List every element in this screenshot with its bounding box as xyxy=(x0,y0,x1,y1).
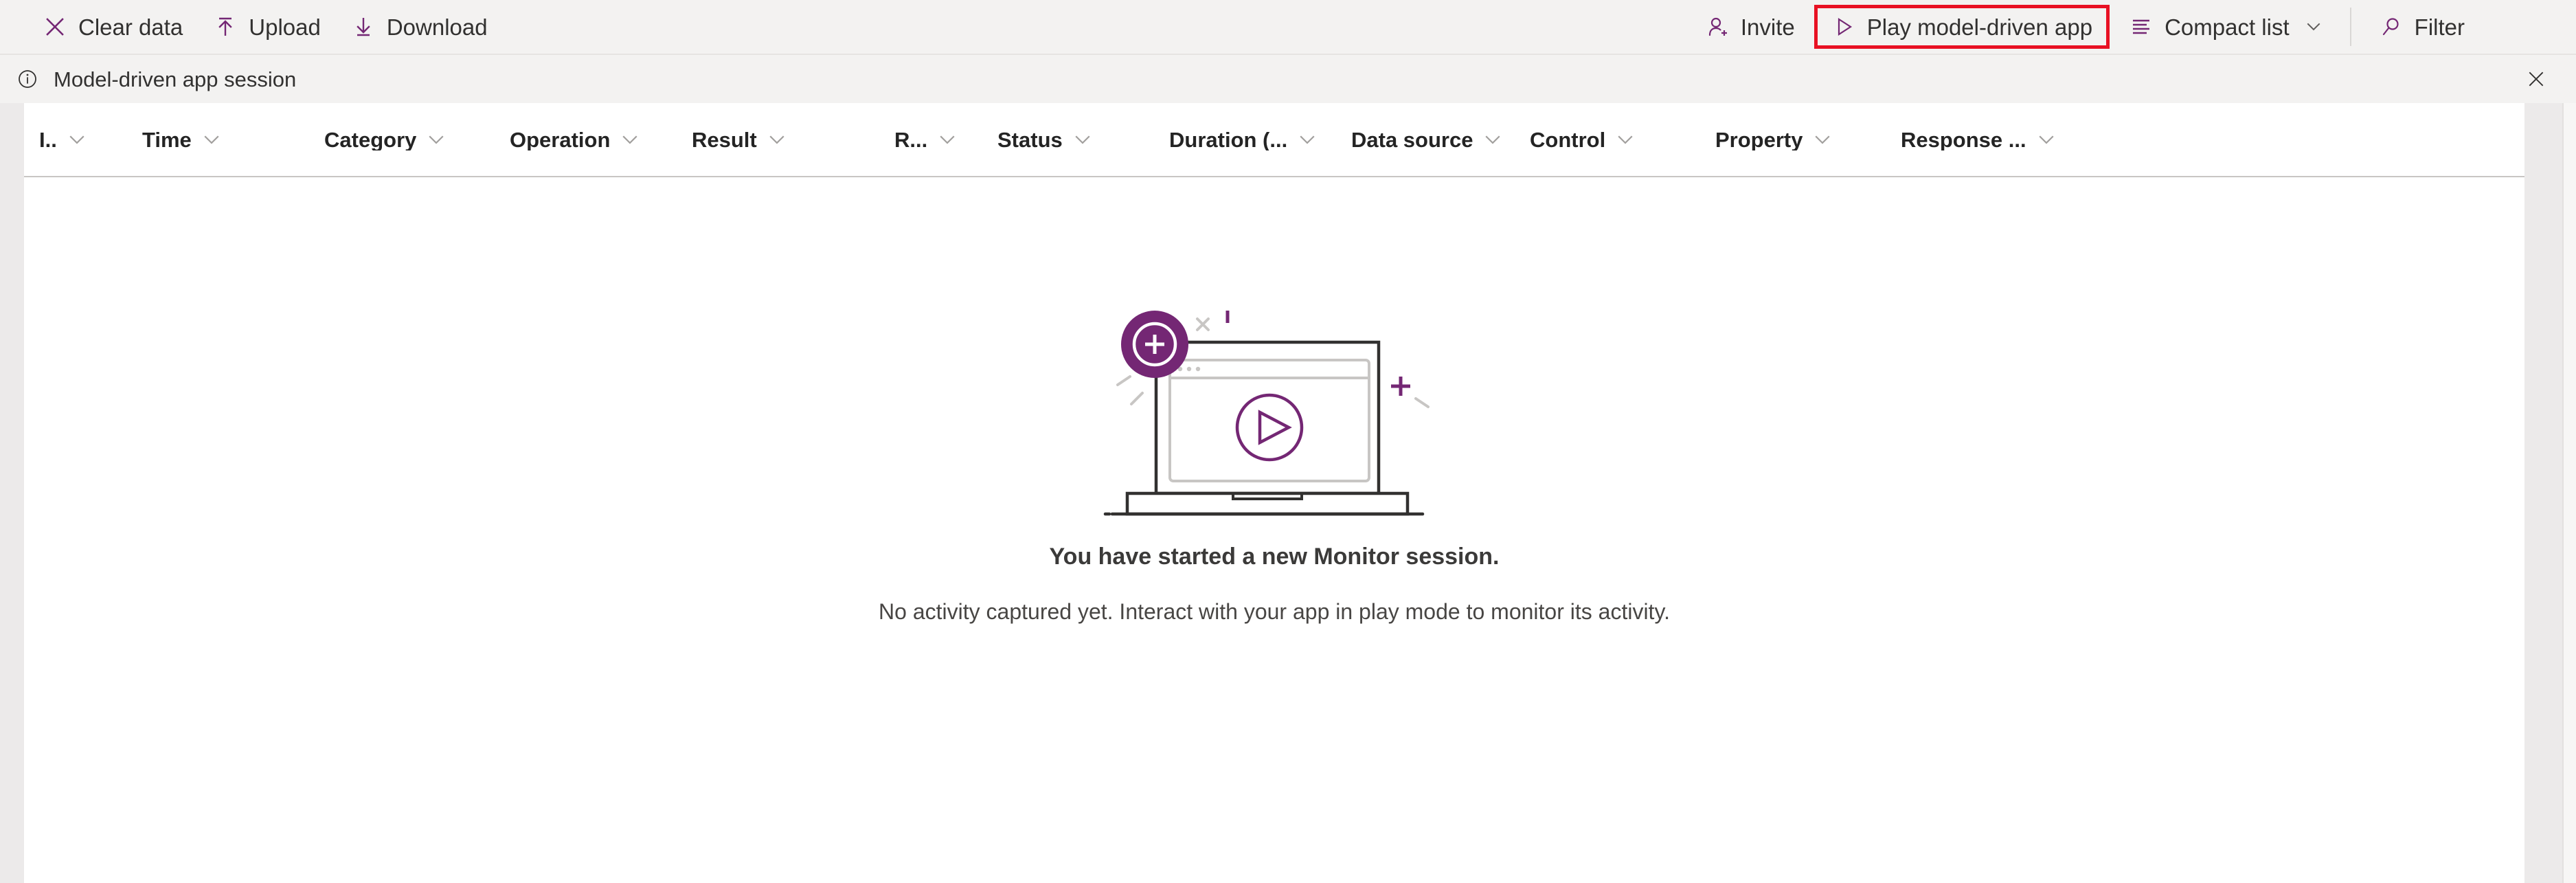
column-header-label: Data source xyxy=(1351,128,1473,150)
grid-body: You have started a new Monitor session. … xyxy=(24,177,2524,883)
column-header-label: Status xyxy=(997,128,1063,150)
column-header-label: Category xyxy=(324,128,417,150)
invite-button[interactable]: Invite xyxy=(1690,7,1810,47)
command-bar-right-group: Invite Play model-driven app Compact lis… xyxy=(1690,5,2576,49)
column-header-response[interactable]: Response ... xyxy=(1901,103,2072,176)
chevron-down-icon xyxy=(2305,18,2323,36)
chevron-down-icon[interactable] xyxy=(1297,129,1318,150)
chevron-down-icon[interactable] xyxy=(767,129,787,150)
vertical-scrollbar[interactable] xyxy=(2562,103,2576,883)
compact-list-label: Compact list xyxy=(2165,14,2290,40)
column-header-label: Result xyxy=(692,128,757,150)
column-header-category[interactable]: Category xyxy=(324,103,510,176)
command-bar: Clear data Upload Download Invite Play m… xyxy=(0,0,2576,54)
column-header-label: Time xyxy=(142,128,192,150)
message-bar-content: Model-driven app session xyxy=(15,67,296,91)
empty-state-title: You have started a new Monitor session. xyxy=(1049,544,1500,570)
grid-column-headers: I.. Time Category Operation Result R... Status… xyxy=(24,103,2524,177)
laptop-play-illustration xyxy=(1103,295,1446,522)
filter-label: Filter xyxy=(2414,14,2465,40)
column-header-label: Response ... xyxy=(1901,128,2026,150)
play-model-driven-app-label: Play model-driven app xyxy=(1866,14,2093,40)
chevron-down-icon[interactable] xyxy=(1812,129,1833,150)
command-bar-left-group: Clear data Upload Download xyxy=(27,7,503,47)
play-model-driven-app-button[interactable]: Play model-driven app xyxy=(1814,5,2110,49)
download-icon xyxy=(351,14,376,39)
events-grid: I.. Time Category Operation Result R... Status… xyxy=(24,103,2524,883)
chevron-down-icon[interactable] xyxy=(1615,129,1636,150)
message-bar-text: Model-driven app session xyxy=(54,67,297,91)
chevron-down-icon[interactable] xyxy=(426,129,447,150)
column-header-label: Duration (... xyxy=(1169,128,1288,150)
close-icon xyxy=(2526,69,2546,89)
message-bar-close-button[interactable] xyxy=(2517,60,2555,98)
column-header-status[interactable]: Status xyxy=(997,103,1169,176)
info-icon xyxy=(15,67,40,91)
chevron-down-icon[interactable] xyxy=(620,129,640,150)
message-bar: Model-driven app session xyxy=(0,54,2576,103)
column-header-i[interactable]: I.. xyxy=(39,103,142,176)
column-header-operation[interactable]: Operation xyxy=(510,103,692,176)
clear-data-icon xyxy=(43,14,67,39)
empty-state-subtitle: No activity captured yet. Interact with … xyxy=(879,599,1670,624)
column-header-label: Operation xyxy=(510,128,611,150)
clear-data-label: Clear data xyxy=(78,14,183,40)
column-header-duration[interactable]: Duration (... xyxy=(1169,103,1351,176)
chevron-down-icon[interactable] xyxy=(1072,129,1093,150)
add-user-icon xyxy=(1705,14,1730,39)
upload-icon xyxy=(213,14,238,39)
upload-label: Upload xyxy=(249,14,321,40)
column-header-label: Property xyxy=(1715,128,1803,150)
compact-list-button[interactable]: Compact list xyxy=(2114,7,2338,47)
column-header-result[interactable]: Result xyxy=(692,103,894,176)
empty-state: You have started a new Monitor session. … xyxy=(879,295,1670,625)
play-icon xyxy=(1831,14,1856,39)
filter-button[interactable]: Filter xyxy=(2364,7,2480,47)
chevron-down-icon[interactable] xyxy=(201,129,222,150)
chevron-down-icon[interactable] xyxy=(2036,129,2057,150)
column-header-property[interactable]: Property xyxy=(1715,103,1901,176)
right-gutter xyxy=(2524,103,2562,883)
chevron-down-icon[interactable] xyxy=(937,129,958,150)
left-gutter xyxy=(0,103,24,883)
download-button[interactable]: Download xyxy=(336,7,503,47)
body-area: I.. Time Category Operation Result R... Status… xyxy=(0,103,2576,883)
clear-data-button[interactable]: Clear data xyxy=(27,7,198,47)
column-header-label: Control xyxy=(1530,128,1606,150)
column-header-data-source[interactable]: Data source xyxy=(1351,103,1530,176)
list-icon xyxy=(2129,14,2154,39)
column-header-time[interactable]: Time xyxy=(142,103,324,176)
monitor-app-window: Clear data Upload Download Invite Play m… xyxy=(0,0,2576,883)
chevron-down-icon[interactable] xyxy=(1482,129,1503,150)
column-header-label: R... xyxy=(894,128,928,150)
command-bar-divider xyxy=(2349,8,2351,46)
column-header-label: I.. xyxy=(39,128,57,150)
column-header-r[interactable]: R... xyxy=(894,103,997,176)
chevron-down-icon[interactable] xyxy=(67,129,87,150)
column-header-control[interactable]: Control xyxy=(1530,103,1715,176)
search-icon xyxy=(2379,14,2404,39)
download-label: Download xyxy=(386,14,488,40)
invite-label: Invite xyxy=(1740,14,1795,40)
upload-button[interactable]: Upload xyxy=(198,7,336,47)
